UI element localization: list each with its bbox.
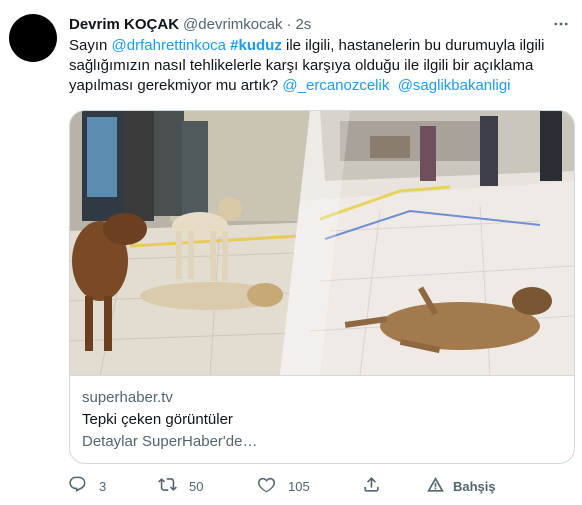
tweet-header: Devrim KOÇAK @devrimkocak · 2s: [69, 14, 542, 34]
mention-drfahrettinkoca[interactable]: @drfahrettinkoca: [112, 37, 226, 54]
display-name[interactable]: Devrim KOÇAK: [69, 16, 179, 33]
tip-label: Bahşiş: [453, 478, 496, 494]
avatar[interactable]: [9, 14, 57, 62]
tip-icon: [426, 475, 445, 497]
link-card[interactable]: superhaber.tv Tepki çeken görüntüler Det…: [69, 110, 575, 464]
card-title: Tepki çeken görüntüler: [82, 411, 233, 428]
mention-ercanozcelik[interactable]: @_ercanozcelik: [282, 77, 389, 94]
reply-count: 3: [99, 478, 107, 494]
text-segment: [389, 77, 397, 94]
mention-saglikbakanligi[interactable]: @saglikbakanligi: [398, 77, 511, 94]
like-button[interactable]: 105: [257, 474, 310, 498]
hashtag-kuduz[interactable]: #kuduz: [230, 37, 282, 54]
reply-icon: [68, 475, 87, 497]
retweet-count: 50: [189, 478, 204, 494]
text-segment: Sayın: [69, 37, 112, 54]
dogs-photo: [70, 111, 574, 376]
more-horizontal-icon[interactable]: [550, 14, 572, 34]
share-icon: [362, 475, 381, 497]
share-button[interactable]: [362, 474, 381, 498]
tweet-text: Sayın @drfahrettinkoca #kuduz ile ilgili…: [69, 36, 559, 96]
retweet-button[interactable]: 50: [158, 474, 203, 498]
timestamp[interactable]: 2s: [295, 16, 311, 33]
tweet[interactable]: Devrim KOÇAK @devrimkocak · 2s Sayın @dr…: [0, 0, 582, 505]
card-domain: superhaber.tv: [82, 389, 173, 406]
card-image[interactable]: [70, 111, 574, 376]
like-count: 105: [288, 478, 310, 494]
action-bar: 3 50 105 Bahşiş: [60, 474, 570, 498]
card-meta[interactable]: superhaber.tv Tepki çeken görüntüler Det…: [70, 375, 574, 463]
tip-button[interactable]: Bahşiş: [426, 474, 496, 498]
separator-dot: ·: [286, 15, 292, 33]
reply-button[interactable]: 3: [68, 474, 106, 498]
user-handle[interactable]: @devrimkocak: [183, 16, 282, 33]
card-description: Detaylar SuperHaber'de…: [82, 433, 258, 450]
retweet-icon: [158, 475, 177, 497]
heart-icon: [257, 475, 276, 497]
